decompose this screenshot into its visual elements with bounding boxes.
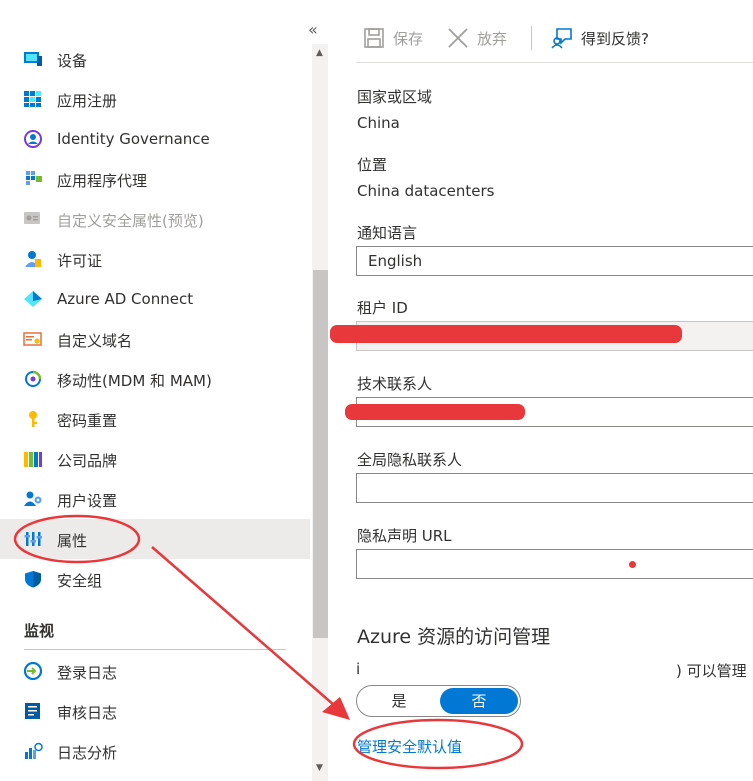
company-branding-icon: [24, 452, 42, 467]
scroll-up-arrow-icon[interactable]: ▲: [316, 48, 323, 58]
close-icon: [448, 28, 468, 48]
manage-security-defaults-link[interactable]: 管理安全默认值: [357, 736, 462, 757]
monitor-section-title: 监视: [24, 622, 55, 640]
redaction-mark: [345, 404, 525, 420]
toggle-yes-option[interactable]: 是: [357, 686, 441, 716]
privacy-statement-url-label: 隐私声明 URL: [357, 527, 452, 545]
location-label: 位置: [357, 156, 388, 174]
security-shield-icon: [25, 571, 41, 588]
country-value: China: [357, 114, 400, 132]
nav-item-label: 移动性(MDM 和 MAM): [57, 372, 212, 390]
technical-contact-label: 技术联系人: [357, 375, 433, 393]
azure-description-text: i: [356, 660, 361, 678]
toggle-no-option[interactable]: 否: [440, 688, 518, 714]
section-divider: [24, 649, 286, 650]
app-proxy-icon: [26, 171, 42, 185]
custom-security-attributes-icon: [24, 212, 40, 224]
nav-item-azure-ad-connect[interactable]: Azure AD Connect: [0, 279, 310, 319]
global-privacy-contact-field[interactable]: [356, 473, 753, 503]
nav-item-label: 自定义域名: [57, 332, 133, 350]
nav-item-label: 设备: [57, 52, 88, 70]
nav-item-licenses[interactable]: 许可证: [0, 239, 310, 279]
nav-item-label: 登录日志: [57, 664, 118, 682]
properties-page: « 设备 应用注册 Identity Governance 应用程序代理 自定义…: [0, 0, 753, 781]
redaction-mark: [330, 325, 682, 343]
feedback-label: 得到反馈?: [581, 29, 649, 48]
nav-item-label: 属性: [57, 532, 88, 550]
nav-item-label: 应用程序代理: [57, 172, 148, 190]
nav-item-app-registrations[interactable]: 应用注册: [0, 79, 310, 119]
save-label: 保存: [393, 29, 424, 48]
properties-icon: [24, 532, 42, 546]
nav-item-custom-domain[interactable]: 自定义域名: [0, 319, 310, 359]
nav-item-label: Identity Governance: [57, 130, 210, 148]
nav-item-custom-security-attributes: 自定义安全属性(预览): [0, 199, 310, 239]
user-settings-icon: [24, 491, 42, 506]
azure-access-management-title: Azure 资源的访问管理: [357, 626, 551, 648]
privacy-statement-url-field[interactable]: [356, 549, 753, 579]
nav-item-audit-logs[interactable]: 审核日志: [0, 691, 310, 731]
azure-ad-connect-icon: [24, 291, 42, 307]
left-nav: « 设备 应用注册 Identity Governance 应用程序代理 自定义…: [0, 0, 318, 781]
identity-governance-icon: [24, 130, 42, 148]
nav-item-sign-in-logs[interactable]: 登录日志: [0, 651, 310, 691]
save-button[interactable]: 保存: [363, 26, 423, 50]
feedback-button[interactable]: 得到反馈?: [551, 26, 649, 50]
sign-in-logs-icon: [23, 662, 43, 680]
nav-item-label: 日志分析: [57, 744, 118, 762]
scroll-down-arrow-icon[interactable]: ▼: [316, 763, 323, 773]
tenant-id-label: 租户 ID: [357, 299, 408, 317]
nav-item-label: 自定义安全属性(预览): [57, 212, 204, 230]
nav-item-label: 应用注册: [57, 92, 118, 110]
device-icon: [24, 52, 42, 66]
azure-access-toggle[interactable]: 是 否: [356, 685, 521, 717]
nav-item-mobility[interactable]: 移动性(MDM 和 MAM): [0, 359, 310, 399]
nav-item-user-settings[interactable]: 用户设置: [0, 479, 310, 519]
notification-language-dropdown[interactable]: English: [356, 246, 753, 276]
nav-item-identity-governance[interactable]: Identity Governance: [0, 119, 310, 159]
scrollbar-thumb[interactable]: [313, 270, 328, 638]
nav-item-label: 安全组: [57, 572, 103, 590]
nav-item-security[interactable]: 安全组: [0, 559, 310, 599]
collapse-nav-button[interactable]: «: [308, 20, 318, 39]
nav-item-app-proxy[interactable]: 应用程序代理: [0, 159, 310, 199]
nav-item-label: 用户设置: [57, 492, 118, 510]
global-privacy-contact-label: 全局隐私联系人: [357, 451, 463, 469]
country-label: 国家或区域: [357, 88, 433, 106]
licenses-icon: [25, 251, 41, 267]
notification-language-label: 通知语言: [357, 224, 418, 242]
log-analytics-icon: [25, 742, 43, 759]
discard-label: 放弃: [477, 29, 508, 48]
nav-item-password-reset[interactable]: 密码重置: [0, 399, 310, 439]
nav-item-devices[interactable]: 设备: [0, 39, 310, 79]
location-value: China datacenters: [357, 182, 495, 200]
nav-item-properties[interactable]: 属性: [0, 519, 310, 559]
feedback-icon: [551, 28, 572, 49]
nav-item-log-analytics[interactable]: 日志分析: [0, 731, 310, 771]
toolbar-divider: [356, 62, 753, 63]
nav-item-label: 审核日志: [57, 704, 118, 722]
nav-item-label: 公司品牌: [57, 452, 118, 470]
discard-button[interactable]: 放弃: [447, 26, 507, 50]
nav-item-label: Azure AD Connect: [57, 290, 194, 308]
mobility-icon: [25, 370, 42, 387]
audit-logs-icon: [25, 703, 40, 719]
annotation-dot: [629, 561, 636, 568]
nav-item-company-branding[interactable]: 公司品牌: [0, 439, 310, 479]
azure-description-text-right: ) 可以管理: [676, 662, 747, 680]
notification-language-value: English: [368, 252, 423, 270]
app-registrations-icon: [24, 91, 41, 107]
nav-item-label: 密码重置: [57, 412, 118, 430]
custom-domain-icon: [23, 332, 42, 346]
save-icon: [364, 28, 384, 48]
nav-item-label: 许可证: [57, 252, 103, 270]
toolbar-separator: [531, 26, 532, 50]
password-reset-icon: [29, 411, 37, 427]
